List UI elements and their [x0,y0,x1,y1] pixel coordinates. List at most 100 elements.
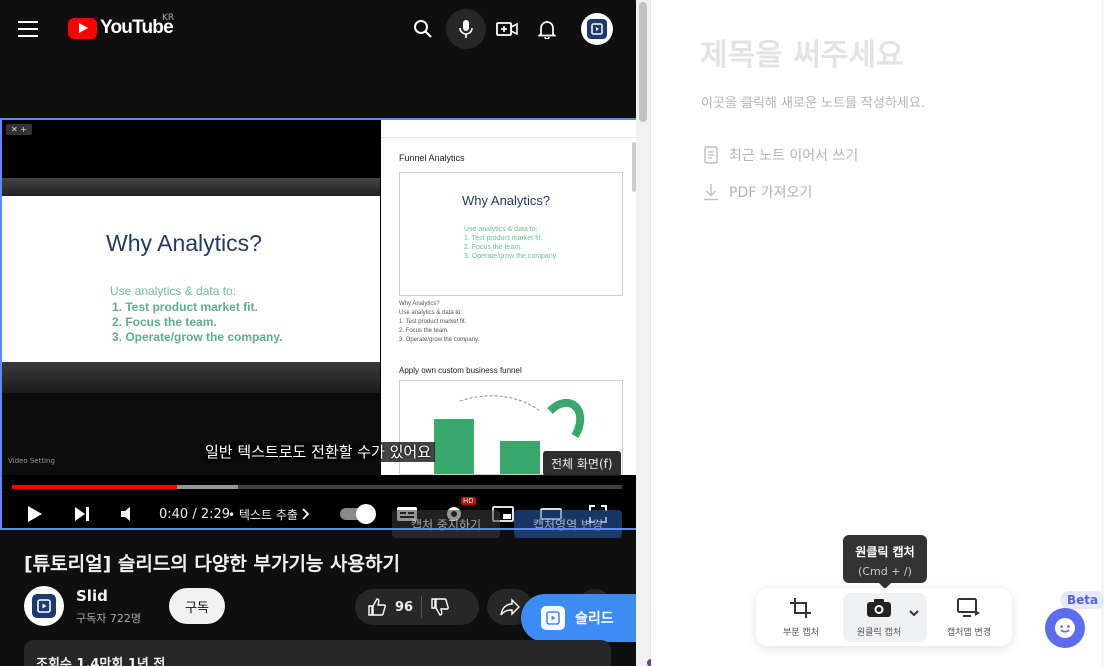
region-code: KR [162,13,175,23]
chapter-button[interactable]: • 텍스트 추출 [228,500,312,528]
captured-slide-line: Use analytics & data to: [464,226,538,233]
crop-icon [790,597,811,618]
subscriber-count: 구독자 722명 [76,612,141,625]
mini-close-icon[interactable]: ✕ + [6,124,32,135]
like-count: 96 [395,599,414,615]
continue-recent-note-label: 최근 노트 이어서 쓰기 [729,148,859,164]
extracted-line: Use analytics & data to: [399,310,463,316]
channel-avatar[interactable] [24,586,64,626]
notes-section-title: Apply own custom business funnel [399,366,522,375]
like-button[interactable]: 96 [355,597,413,617]
change-capture-area-button[interactable]: 캡처영역 변경 [514,510,622,538]
app-root: YouTube KR ✕ + Why Analytics? Use analyt… [0,0,1104,666]
share-icon [500,598,520,616]
note-title-input[interactable]: 제목을 써주세요 [700,30,904,74]
dislike-button[interactable] [430,597,450,617]
slid-logo-icon [587,19,607,39]
video-subtitle: 일반 텍스트로도 전환할 수가 있어요 [0,441,636,462]
captured-slide-title: Why Analytics? [462,193,551,208]
slide-list-item: 2. Focus the team. [112,315,217,329]
slid-channel-logo-icon [32,594,56,618]
extracted-line: 3. Operate/grow the company. [399,337,480,343]
import-pdf-button[interactable]: PDF 가져오기 [703,182,812,202]
volume-icon[interactable] [118,500,138,528]
chat-support-button[interactable] [1045,608,1085,648]
youtube-topbar: YouTube KR [0,0,636,58]
menu-icon[interactable] [18,21,38,37]
thumbs-up-icon [368,598,386,616]
stop-capture-button[interactable]: 캡처 중지하기 [392,510,500,538]
notes-captured-slide: Why Analytics? Use analytics & data to: … [399,172,623,296]
embedded-video-thumbnail: Why Analytics? Use analytics & data to: … [2,178,380,393]
tooltip-shortcut: (Cmd + /) [858,565,912,578]
video-letterbox-top [2,120,380,178]
continue-recent-note-button[interactable]: 최근 노트 이어서 쓰기 [703,145,858,165]
youtube-scrollbar[interactable] [636,0,650,666]
channel-name[interactable]: Slid [76,587,108,605]
slide-title: Why Analytics? [106,230,262,256]
slid-launch-button[interactable]: 슬리드 [521,594,637,642]
video-title: [튜토리얼] 슬리드의 다양한 부가기능 사용하기 [24,553,400,575]
hd-badge: HD [461,497,476,505]
change-capture-app-label: 캡처앱 변경 [946,627,992,638]
youtube-play-icon [68,17,97,39]
like-separator [421,596,423,618]
extracted-line: 1. Test product market fit. [399,319,467,325]
video-progress-bar[interactable] [12,485,622,489]
notifications-bell-icon[interactable] [530,12,564,46]
embedded-video-controls [2,362,380,393]
capture-options-chevron-icon[interactable] [908,603,920,622]
captured-slide-line: 2. Focus the team. [464,244,522,251]
chapter-label: • 텍스트 추출 [228,507,298,522]
chat-icon [1055,618,1075,638]
document-icon [704,146,718,164]
slid-button-label: 슬리드 [575,611,614,627]
like-dislike-group: 96 [355,589,479,625]
note-body-hint[interactable]: 이곳을 클릭해 새로운 노트를 작성하세요. [701,92,925,111]
notes-panel-topbar [381,120,648,138]
captured-slide-line: 3. Operate/grow the company. [464,253,558,260]
beta-badge: Beta [1061,591,1104,609]
slide-list-item: 1. Test product market fit. [112,300,258,314]
scrollbar-thumb[interactable] [639,2,647,122]
captured-slide-line: 1. Test product market fit. [464,235,543,242]
progress-played [12,485,177,489]
partial-capture-button[interactable]: 부분 캡처 [770,588,832,646]
autoplay-toggle[interactable] [340,500,376,528]
thumbs-down-icon [431,598,449,616]
search-icon[interactable] [406,12,440,46]
create-video-icon[interactable] [490,12,524,46]
play-button[interactable] [24,500,44,528]
one-click-capture-button[interactable]: 원클릭 캡처 [848,588,910,646]
one-click-capture-tooltip: 원클릭 캡처 (Cmd + /) [843,535,927,589]
change-capture-app-button[interactable]: 캡처앱 변경 [937,588,1001,646]
partial-capture-label: 부분 캡처 [783,627,819,638]
slide-intro: Use analytics & data to: [110,284,237,298]
video-lower-area: Video Setting [2,393,380,475]
tooltip-title: 원클릭 캡처 [855,545,915,559]
subscribe-button[interactable]: 구독 [169,588,225,624]
slid-icon [541,606,565,630]
slide-list: 1. Test product market fit. 2. Focus the… [112,300,282,345]
mic-icon[interactable] [446,9,486,49]
camera-icon [867,598,891,617]
youtube-logo[interactable]: YouTube KR [68,13,174,39]
account-avatar[interactable] [581,13,613,45]
extracted-line: Why Analytics? [399,301,440,307]
download-icon [704,184,718,201]
next-button[interactable] [72,500,92,528]
subtitle-text: 일반 텍스트로도 전환할 수가 있어요 [200,442,436,462]
time-display: 0:40 / 2:29 [159,500,230,528]
toggle-knob [356,504,376,524]
slide-list-item: 3. Operate/grow the company. [112,330,283,344]
chevron-right-icon [302,508,310,520]
embedded-notes-panel: Funnel Analytics Why Analytics? Use anal… [381,120,648,475]
notes-panel-title: Funnel Analytics [399,153,465,163]
fullscreen-tooltip: 전체 화면(f) [543,451,621,476]
notes-extracted-text: Why Analytics? Use analytics & data to: … [399,300,479,345]
time-text: 0:40 / 2:29 [159,506,231,522]
embedded-video-titlebar [2,178,380,196]
analytics-slide: Why Analytics? Use analytics & data to: … [2,196,380,362]
import-pdf-label: PDF 가져오기 [729,185,813,201]
toggle-track [340,504,376,524]
